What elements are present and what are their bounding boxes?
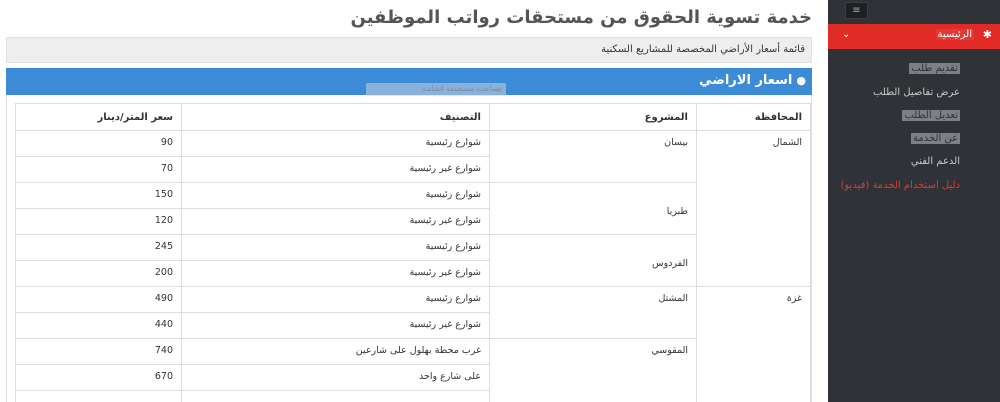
- land-prices-table: المحافظة المشروع التصنيف سعر المتر/دينار…: [15, 103, 811, 402]
- header-governorate: المحافظة: [696, 103, 811, 131]
- price-cell: 200: [15, 260, 182, 287]
- class-cell: [181, 390, 490, 402]
- subheader-text: قائمة أسعار الأراضي المخصصة للمشاريع الس…: [601, 44, 805, 55]
- class-cell: شوارع رئيسية: [181, 234, 490, 261]
- price-cell: 490: [15, 286, 182, 313]
- class-cell: شوارع غير رئيسية: [181, 208, 490, 235]
- class-cell: شوارع غير رئيسية: [181, 260, 490, 287]
- project-cell: المقوسي: [489, 338, 697, 402]
- panel-title-text: اسعار الاراضي: [699, 73, 793, 88]
- comment-icon: ●: [796, 74, 806, 87]
- price-cell: 120: [15, 208, 182, 235]
- price-cell: [15, 390, 182, 402]
- main-content: خدمة تسوية الحقوق من مستحقات رواتب الموظ…: [0, 0, 828, 402]
- sidebar-item-submit-request[interactable]: تقديم طلب: [909, 63, 960, 74]
- table-row: المقوسي غرب محطة بهلول على شارعين 740: [15, 338, 811, 402]
- project-cell: طبريا: [489, 182, 697, 235]
- menu-icon[interactable]: ≡: [845, 2, 868, 19]
- price-cell: 150: [15, 182, 182, 209]
- class-cell: غرب محطة بهلول على شارعين: [181, 338, 490, 365]
- project-cell: المشتل: [489, 286, 697, 339]
- header-project: المشروع: [489, 103, 697, 131]
- price-cell: 670: [15, 364, 182, 391]
- header-price: سعر المتر/دينار: [15, 103, 182, 131]
- price-cell: 740: [15, 338, 182, 365]
- class-cell: شوارع غير رئيسية: [181, 156, 490, 183]
- sidebar-item-label: الرئيسية: [935, 29, 974, 40]
- header-classification: التصنيف: [181, 103, 490, 131]
- sidebar-item-support[interactable]: الدعم الفني: [911, 156, 960, 167]
- class-cell: على شارع واحد: [181, 364, 490, 391]
- class-cell: شوارع رئيسية: [181, 286, 490, 313]
- price-cell: 440: [15, 312, 182, 339]
- table-row: طبريا شوارع رئيسية 150: [15, 182, 811, 235]
- table-row: الفردوس شوارع رئيسية 245: [15, 234, 811, 287]
- price-cell: 245: [15, 234, 182, 261]
- governorate-cell: الشمال: [696, 130, 811, 287]
- sidebar-item-edit-request[interactable]: تعديل الطلب: [902, 110, 960, 121]
- overlay-text: تصاعدية مستخدمة الشاشة: [421, 85, 500, 93]
- price-cell: 70: [15, 156, 182, 183]
- page-title: خدمة تسوية الحقوق من مستحقات رواتب الموظ…: [350, 7, 813, 28]
- table-header-row: المحافظة المشروع التصنيف سعر المتر/دينار: [15, 103, 811, 131]
- gears-icon: ✱: [982, 28, 992, 41]
- sidebar-item-video-guide[interactable]: دليل استخدام الخدمة (فيديو): [840, 180, 960, 191]
- table-row: الشمال بيسان شوارع رئيسية 90: [15, 130, 811, 287]
- price-cell: 90: [15, 130, 182, 157]
- subheader-bar: قائمة أسعار الأراضي المخصصة للمشاريع الس…: [6, 37, 812, 63]
- chevron-down-icon: ⌄: [842, 29, 851, 40]
- sidebar-item-home[interactable]: ⌄ الرئيسية ✱: [828, 24, 1000, 49]
- sidebar-item-view-request[interactable]: عرض تفاصيل الطلب: [873, 87, 960, 98]
- table-row: غزة المشتل شوارع رئيسية 490: [15, 286, 811, 402]
- class-cell: شوارع غير رئيسية: [181, 312, 490, 339]
- panel-title: ●اسعار الاراضي: [699, 73, 806, 88]
- governorate-cell: غزة: [696, 286, 811, 402]
- class-cell: شوارع رئيسية: [181, 182, 490, 209]
- project-cell: الفردوس: [489, 234, 697, 287]
- sidebar-item-about[interactable]: عن الخدمة: [910, 133, 960, 144]
- class-cell: شوارع رئيسية: [181, 130, 490, 157]
- sidebar: ≡ ⌄ الرئيسية ✱ تقديم طلب عرض تفاصيل الطل…: [828, 0, 1000, 402]
- project-cell: بيسان: [489, 130, 697, 183]
